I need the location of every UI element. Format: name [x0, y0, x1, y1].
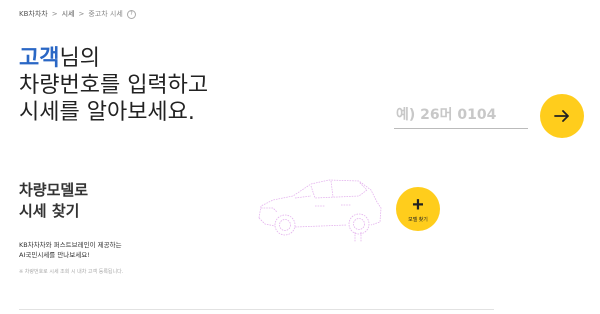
breadcrumb-current: 중고차 시세 — [88, 10, 123, 18]
arrow-right-icon — [554, 110, 569, 122]
breadcrumb-home[interactable]: KB차차차 — [19, 9, 48, 19]
search-submit-button[interactable] — [540, 94, 584, 138]
promo-text: KB차차차와 퍼스트브레인이 제공하는 AI국민시세를 만나보세요! — [19, 240, 122, 260]
breadcrumb: KB차차차 > 시세 > 중고차 시세 ? — [19, 9, 136, 19]
breadcrumb-section[interactable]: 시세 — [62, 9, 75, 19]
plus-icon: + — [412, 193, 424, 216]
info-icon[interactable]: ? — [126, 9, 136, 19]
plate-number-field — [394, 102, 528, 129]
plate-number-input[interactable] — [394, 107, 528, 123]
headline-line1-rest: 님의 — [59, 46, 100, 71]
page-title: 고객님의 차량번호를 입력하고 시세를 알아보세요. — [19, 45, 208, 126]
headline-line3: 시세를 알아보세요. — [19, 100, 195, 125]
headline-line2: 차량번호를 입력하고 — [19, 73, 209, 98]
divider — [19, 309, 494, 310]
breadcrumb-separator: > — [78, 10, 85, 18]
model-search-button-label: 모델 찾기 — [408, 216, 428, 223]
breadcrumb-separator: > — [51, 10, 58, 18]
promo-line2: AI국민시세를 만나보세요! — [19, 251, 90, 259]
model-search-button[interactable]: + 모델 찾기 — [396, 187, 440, 231]
model-search-line1: 차량모델로 — [19, 181, 89, 199]
promo-line1: KB차차차와 퍼스트브레인이 제공하는 — [19, 241, 122, 249]
headline-accent: 고객 — [19, 46, 60, 71]
model-search-heading: 차량모델로 시세 찾기 — [19, 180, 88, 222]
model-search-line2: 시세 찾기 — [19, 202, 80, 220]
suv-outline-icon — [258, 179, 382, 242]
registration-note: ※ 차량번호로 시세 조회 시 내차 고객 등록됩니다. — [19, 269, 124, 275]
